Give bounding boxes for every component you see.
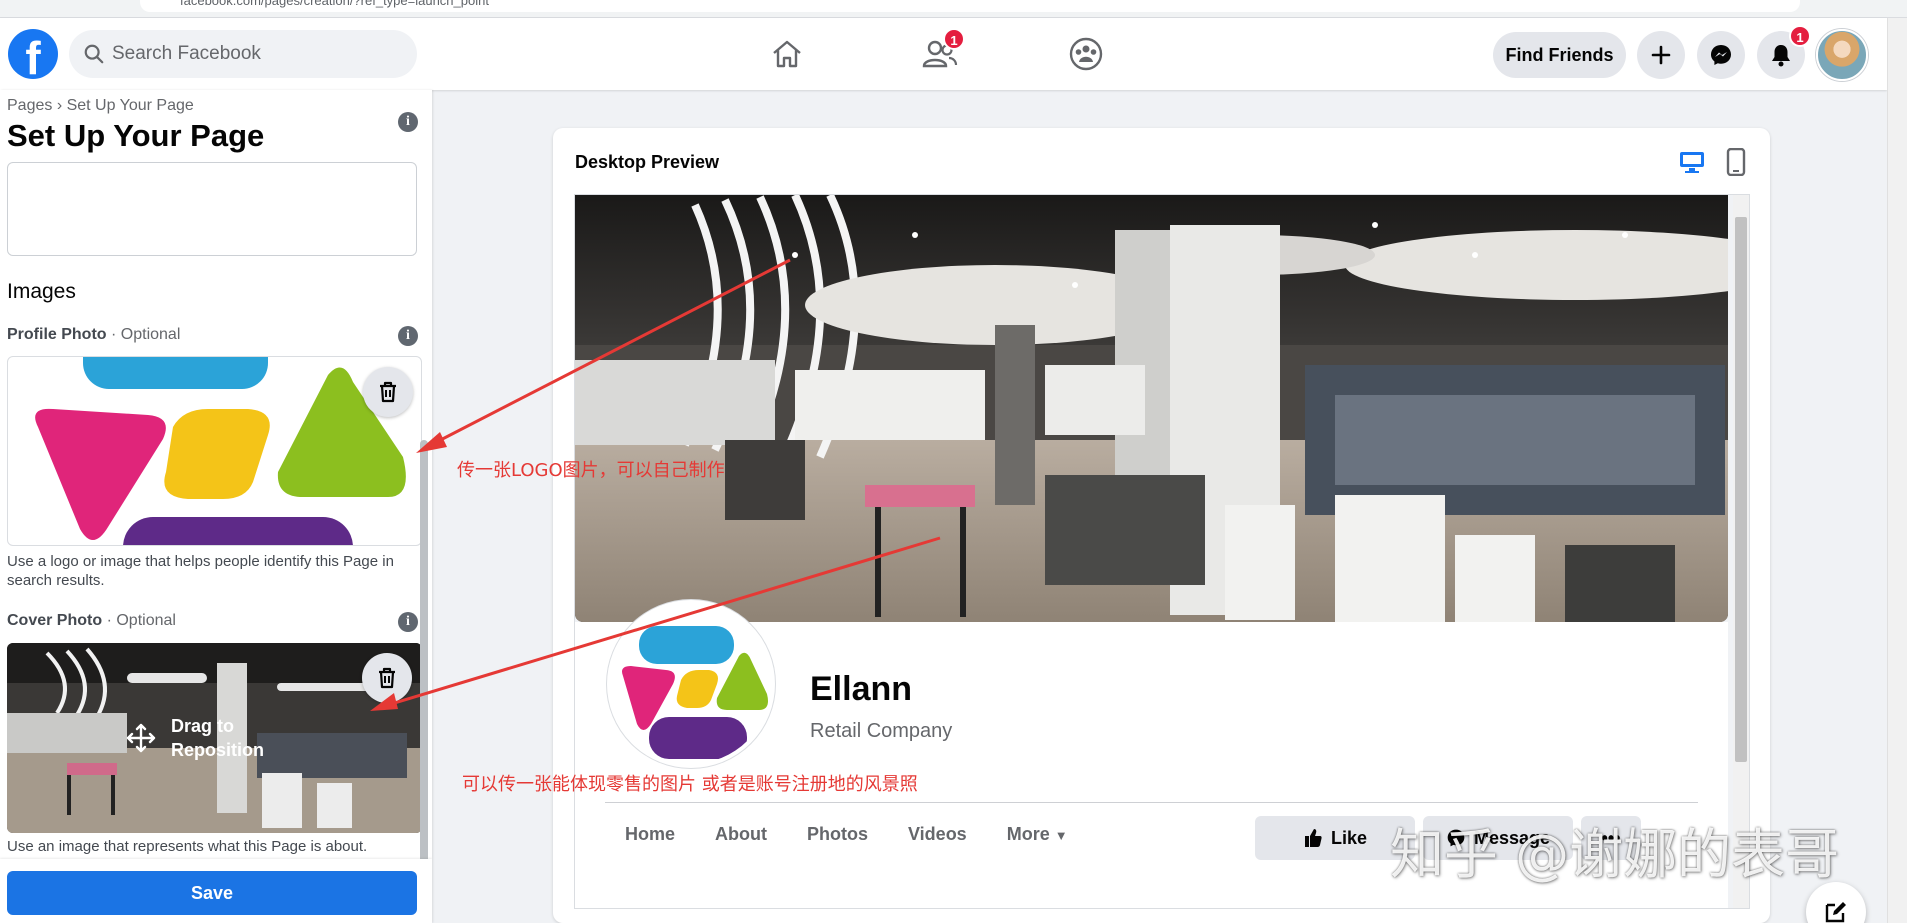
friends-nav-button[interactable]: 1 <box>915 28 965 74</box>
notifications-button[interactable]: 1 <box>1757 25 1811 79</box>
page-preview-frame: Ellann Retail Company Home About Photos … <box>574 194 1750 909</box>
bell-icon <box>1772 45 1790 67</box>
images-heading: Images <box>7 280 76 303</box>
page-title: Set Up Your Page <box>7 118 265 153</box>
home-nav-button[interactable] <box>762 34 812 74</box>
preview-scrollbar[interactable] <box>1733 195 1749 908</box>
desktop-view-icon[interactable] <box>1678 148 1706 176</box>
save-button[interactable]: Save <box>7 871 417 915</box>
notifications-badge: 1 <box>1789 25 1811 47</box>
logo-image <box>622 626 768 759</box>
create-button[interactable] <box>1637 31 1685 79</box>
edit-icon <box>1825 902 1846 923</box>
tab-videos[interactable]: Videos <box>888 804 987 864</box>
preview-profile-photo <box>607 600 775 768</box>
page-category: Retail Company <box>810 720 953 742</box>
like-label: Like <box>1330 827 1368 848</box>
trash-icon <box>380 381 396 403</box>
profile-optional-text: · Optional <box>106 326 181 343</box>
profile-info-icon[interactable]: i <box>398 326 418 346</box>
address-bar[interactable]: facebook.com/pages/creation/?ref_type=la… <box>140 0 1800 12</box>
preview-scroll-thumb[interactable] <box>1735 217 1747 762</box>
page-name: Ellann <box>810 670 913 708</box>
profile-photo-label: Profile Photo · Optional <box>7 326 180 344</box>
move-icon <box>126 723 156 753</box>
cover-help-text: Use an image that represents what this P… <box>7 838 368 855</box>
profile-help-text: Use a logo or image that helps people id… <box>7 553 394 589</box>
profile-avatar[interactable] <box>1816 29 1868 81</box>
browser-toolbar: facebook.com/pages/creation/?ref_type=la… <box>0 0 1907 18</box>
thumbs-up-icon <box>1304 829 1322 847</box>
find-friends-button[interactable]: Find Friends <box>1493 32 1626 78</box>
tab-home[interactable]: Home <box>605 804 695 864</box>
search-icon <box>84 44 104 64</box>
page-tabs: Home About Photos Videos More ▼ <box>605 804 1088 864</box>
description-textarea[interactable] <box>7 162 417 256</box>
messenger-button[interactable] <box>1697 31 1745 79</box>
tab-photos[interactable]: Photos <box>787 804 888 864</box>
groups-icon <box>1069 37 1103 71</box>
trash-icon <box>379 667 395 689</box>
facebook-logo[interactable]: f <box>8 29 58 79</box>
profile-photo-preview[interactable] <box>7 356 422 546</box>
logo-image <box>35 357 406 545</box>
cover-annotation: 可以传一张能体现零售的图片 或者是账号注册地的风景照 <box>462 774 918 795</box>
sidebar-scrollbar[interactable] <box>420 440 428 870</box>
friends-badge: 1 <box>943 28 965 50</box>
remove-cover-photo-button[interactable] <box>362 653 412 703</box>
cover-photo <box>575 195 1728 622</box>
profile-photo-label-text: Profile Photo <box>7 326 107 343</box>
remove-profile-photo-button[interactable] <box>363 367 413 417</box>
cover-info-icon[interactable]: i <box>398 612 418 632</box>
home-icon <box>773 40 801 68</box>
posts-card <box>1050 895 1715 908</box>
info-icon[interactable]: i <box>398 112 418 132</box>
store-cover-image <box>575 195 1728 622</box>
search-bar[interactable] <box>69 30 417 78</box>
groups-nav-button[interactable] <box>1061 34 1111 74</box>
setup-sidebar: Pages › Set Up Your Page Set Up Your Pag… <box>0 90 432 923</box>
cover-photo-preview[interactable]: Drag to Reposition <box>7 643 422 833</box>
plus-icon <box>1651 45 1671 65</box>
intro-card <box>595 895 1035 908</box>
preview-title: Desktop Preview <box>575 152 720 172</box>
save-bar: Save <box>0 859 432 923</box>
search-input[interactable] <box>112 30 402 78</box>
tab-about[interactable]: About <box>695 804 787 864</box>
tab-more-label: More <box>1006 824 1050 844</box>
breadcrumb[interactable]: Pages › Set Up Your Page <box>7 97 194 115</box>
cover-optional-text: · Optional <box>102 612 176 629</box>
drag-hint-text: Drag to Reposition <box>171 716 264 760</box>
top-navigation: f 1 Find Friends 1 <box>0 18 1887 90</box>
cover-photo-label: Cover Photo · Optional <box>7 612 176 630</box>
cover-photo-label-text: Cover Photo <box>7 612 103 629</box>
caret-down-icon: ▼ <box>1054 828 1068 843</box>
tab-more[interactable]: More ▼ <box>987 804 1088 864</box>
mobile-view-icon[interactable] <box>1725 148 1747 176</box>
logo-annotation: 传一张LOGO图片，可以自己制作 <box>457 460 725 481</box>
header-divider <box>605 802 1698 803</box>
desktop-preview-card: Desktop Preview Ellann Retail Company Ho… <box>553 128 1770 923</box>
page-scrollbar[interactable] <box>1887 18 1907 923</box>
lower-content-cards <box>595 895 1715 908</box>
watermark: 知乎 @谢娜的表哥 <box>1390 823 1840 886</box>
messenger-icon <box>1711 45 1731 65</box>
drag-to-reposition-hint[interactable]: Drag to Reposition <box>125 708 295 768</box>
